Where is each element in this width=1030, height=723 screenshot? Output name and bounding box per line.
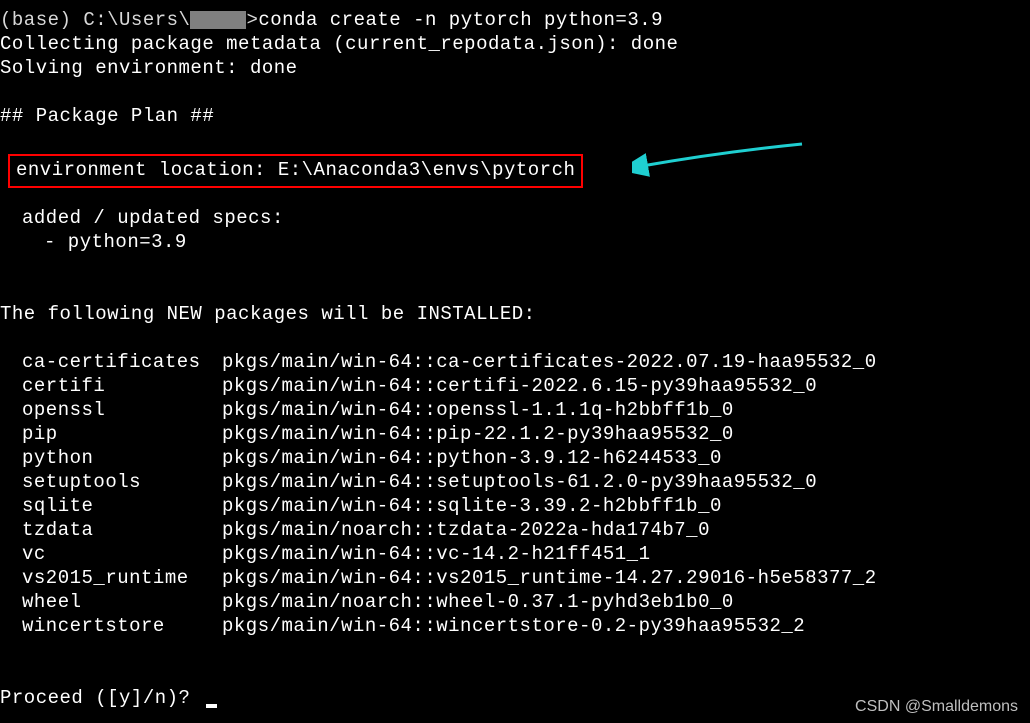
package-name: certifi bbox=[22, 374, 222, 398]
package-source: pkgs/main/win-64::sqlite-3.39.2-h2bbff1b… bbox=[222, 494, 1030, 518]
package-source: pkgs/main/win-64::pip-22.1.2-py39haa9553… bbox=[222, 422, 1030, 446]
watermark: CSDN @Smalldemons bbox=[855, 695, 1018, 719]
proceed-prompt-text: Proceed ([y]/n)? bbox=[0, 687, 202, 709]
package-name: wincertstore bbox=[22, 614, 222, 638]
package-name: python bbox=[22, 446, 222, 470]
solving-env-line: Solving environment: done bbox=[0, 56, 1030, 80]
package-name: sqlite bbox=[22, 494, 222, 518]
package-source: pkgs/main/noarch::wheel-0.37.1-pyhd3eb1b… bbox=[222, 590, 1030, 614]
package-row: opensslpkgs/main/win-64::openssl-1.1.1q-… bbox=[0, 398, 1030, 422]
package-name: vs2015_runtime bbox=[22, 566, 222, 590]
input-cursor bbox=[206, 704, 217, 708]
package-source: pkgs/main/win-64::setuptools-61.2.0-py39… bbox=[222, 470, 1030, 494]
package-name: tzdata bbox=[22, 518, 222, 542]
new-packages-header: The following NEW packages will be INSTA… bbox=[0, 302, 1030, 326]
package-source: pkgs/main/win-64::vc-14.2-h21ff451_1 bbox=[222, 542, 1030, 566]
package-name: vc bbox=[22, 542, 222, 566]
env-location-highlight: environment location: E:\Anaconda3\envs\… bbox=[8, 154, 583, 188]
package-row: tzdatapkgs/main/noarch::tzdata-2022a-hda… bbox=[0, 518, 1030, 542]
package-name: openssl bbox=[22, 398, 222, 422]
package-row: setuptoolspkgs/main/win-64::setuptools-6… bbox=[0, 470, 1030, 494]
package-row: sqlitepkgs/main/win-64::sqlite-3.39.2-h2… bbox=[0, 494, 1030, 518]
spec-item: - python=3.9 bbox=[0, 230, 1030, 254]
package-source: pkgs/main/win-64::openssl-1.1.1q-h2bbff1… bbox=[222, 398, 1030, 422]
command-text: conda create -n pytorch python=3.9 bbox=[258, 9, 663, 31]
package-row: certifipkgs/main/win-64::certifi-2022.6.… bbox=[0, 374, 1030, 398]
redacted-username bbox=[190, 11, 246, 29]
package-source: pkgs/main/win-64::vs2015_runtime-14.27.2… bbox=[222, 566, 1030, 590]
package-source: pkgs/main/win-64::ca-certificates-2022.0… bbox=[222, 350, 1030, 374]
package-row: wincertstorepkgs/main/win-64::wincertsto… bbox=[0, 614, 1030, 638]
package-name: pip bbox=[22, 422, 222, 446]
package-name: ca-certificates bbox=[22, 350, 222, 374]
prompt-line: (base) C:\Users\ >conda create -n pytorch… bbox=[0, 8, 1030, 32]
package-name: wheel bbox=[22, 590, 222, 614]
package-plan-header: ## Package Plan ## bbox=[0, 104, 1030, 128]
package-row: pippkgs/main/win-64::pip-22.1.2-py39haa9… bbox=[0, 422, 1030, 446]
package-source: pkgs/main/win-64::certifi-2022.6.15-py39… bbox=[222, 374, 1030, 398]
env-location-box: environment location: E:\Anaconda3\envs\… bbox=[0, 152, 1030, 188]
package-row: wheelpkgs/main/noarch::wheel-0.37.1-pyhd… bbox=[0, 590, 1030, 614]
package-row: ca-certificatespkgs/main/win-64::ca-cert… bbox=[0, 350, 1030, 374]
package-source: pkgs/main/win-64::python-3.9.12-h6244533… bbox=[222, 446, 1030, 470]
package-source: pkgs/main/noarch::tzdata-2022a-hda174b7_… bbox=[222, 518, 1030, 542]
prompt-path-prefix: C:\Users\ bbox=[71, 9, 190, 31]
package-row: vcpkgs/main/win-64::vc-14.2-h21ff451_1 bbox=[0, 542, 1030, 566]
env-location-text: environment location: E:\Anaconda3\envs\… bbox=[16, 159, 575, 181]
packages-list: ca-certificatespkgs/main/win-64::ca-cert… bbox=[0, 350, 1030, 638]
specs-header: added / updated specs: bbox=[0, 206, 1030, 230]
package-source: pkgs/main/win-64::wincertstore-0.2-py39h… bbox=[222, 614, 1030, 638]
prompt-path-suffix: > bbox=[246, 9, 258, 31]
package-row: vs2015_runtimepkgs/main/win-64::vs2015_r… bbox=[0, 566, 1030, 590]
prompt-env: (base) bbox=[0, 9, 71, 31]
collecting-metadata-line: Collecting package metadata (current_rep… bbox=[0, 32, 1030, 56]
package-row: pythonpkgs/main/win-64::python-3.9.12-h6… bbox=[0, 446, 1030, 470]
package-name: setuptools bbox=[22, 470, 222, 494]
